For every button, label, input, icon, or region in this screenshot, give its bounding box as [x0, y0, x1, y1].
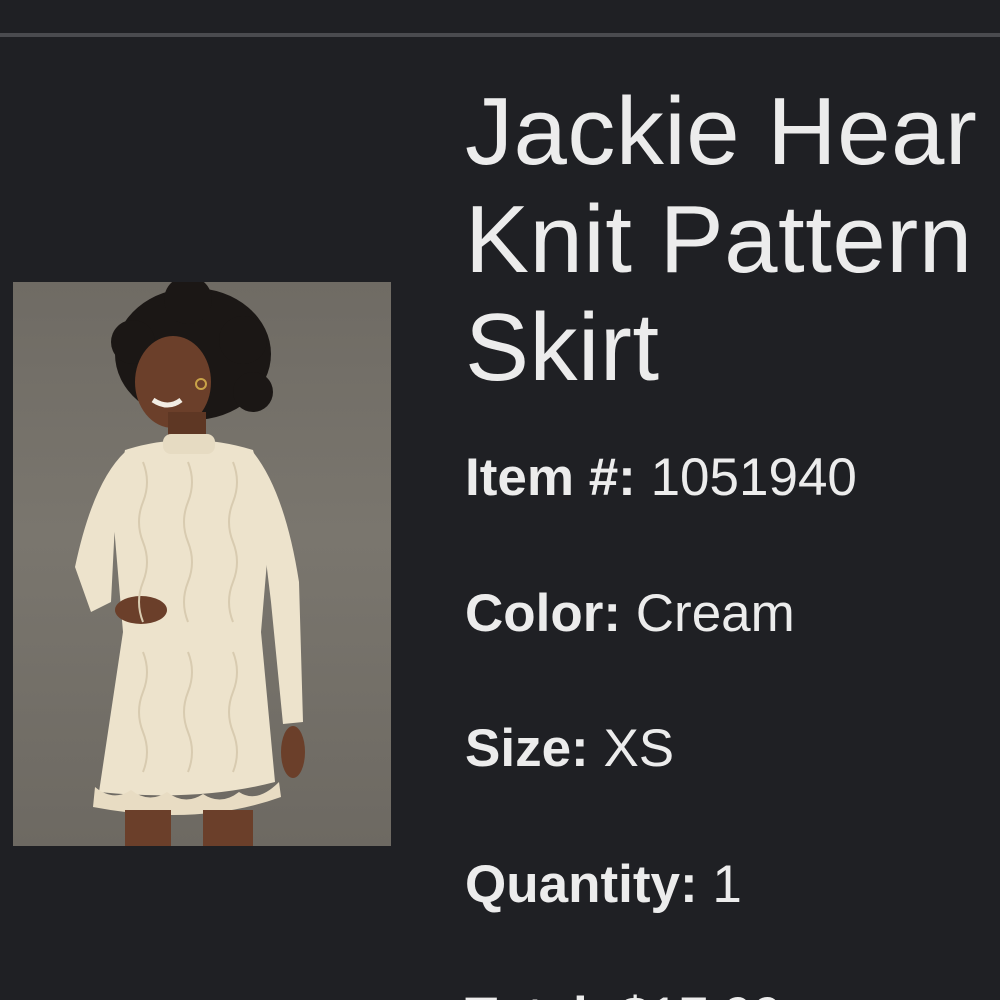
product-title-line-2: Knit Pattern: [465, 186, 973, 293]
product-title-line-1: Jackie Hear: [465, 78, 978, 185]
quantity-value: 1: [712, 855, 742, 914]
top-bar: [0, 0, 1000, 34]
color-label: Color:: [465, 584, 622, 643]
size-value: XS: [603, 719, 675, 778]
quantity-row: Quantity: 1: [465, 855, 742, 915]
color-row: Color: Cream: [465, 584, 795, 644]
size-label: Size:: [465, 719, 589, 778]
size-row: Size: XS: [465, 719, 674, 779]
item-number-row: Item #: 1051940: [465, 448, 857, 508]
color-value: Cream: [635, 584, 795, 643]
item-number-label: Item #:: [465, 448, 636, 507]
total-row: Total: $17.99: [465, 987, 782, 1000]
product-photo-illustration: [75, 282, 305, 846]
top-divider: [0, 33, 1000, 37]
item-number-value: 1051940: [650, 448, 857, 507]
order-item-page: Jackie Hear Knit Pattern Skirt Item #: 1…: [0, 0, 1000, 1000]
total-label: Total:: [465, 987, 605, 1000]
product-title-line-3: Skirt: [465, 294, 660, 401]
quantity-label: Quantity:: [465, 855, 698, 914]
total-value: $17.99: [620, 987, 782, 1000]
product-title: Jackie Hear Knit Pattern Skirt: [465, 78, 1000, 402]
product-image[interactable]: [13, 282, 391, 846]
